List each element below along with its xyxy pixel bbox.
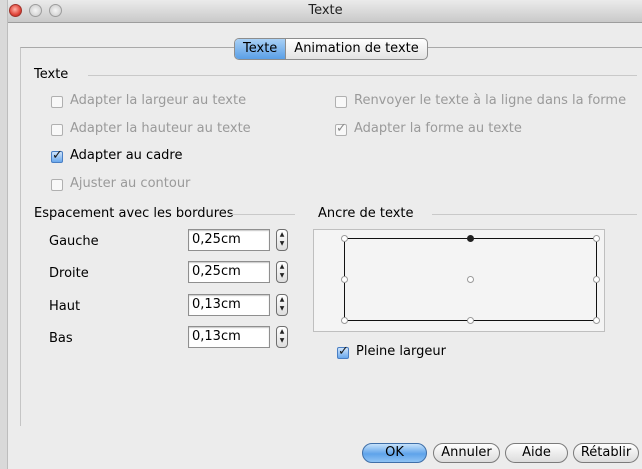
anchor-middle-right[interactable] [593, 276, 600, 283]
adapter-au-cadre-label: Adapter au cadre [70, 148, 183, 163]
haut-input[interactable]: 0,13cm [188, 294, 270, 316]
anchor-section-heading: Ancre de texte [318, 206, 414, 221]
section-divider [88, 75, 637, 76]
gauche-stepper[interactable]: ▲ ▼ [276, 229, 288, 251]
ajuster-contour-label: Ajuster au contour [70, 176, 191, 191]
gauche-label: Gauche [49, 234, 99, 249]
renvoyer-texte-checkbox[interactable] [335, 96, 347, 108]
anchor-top-center[interactable] [467, 235, 474, 242]
tab-texte[interactable]: Texte [235, 39, 287, 59]
window-title: Texte [308, 3, 343, 18]
ajuster-contour-checkbox[interactable] [51, 179, 63, 191]
pleine-largeur-label: Pleine largeur [356, 344, 446, 359]
tab-animation-de-texte[interactable]: Animation de texte [286, 39, 426, 59]
bas-input[interactable]: 0,13cm [188, 326, 270, 348]
aide-button[interactable]: Aide [505, 443, 568, 463]
adapter-hauteur-label: Adapter la hauteur au texte [70, 121, 251, 136]
adapter-largeur-label: Adapter la largeur au texte [70, 93, 247, 108]
anchor-center[interactable] [467, 276, 474, 283]
adapter-forme-checkbox[interactable] [335, 121, 347, 136]
anchor-top-left[interactable] [341, 235, 348, 242]
ok-button[interactable]: OK [362, 443, 427, 463]
droite-stepper[interactable]: ▲ ▼ [276, 261, 288, 283]
spacing-section-heading: Espacement avec les bordures [34, 206, 234, 221]
anchor-bottom-right[interactable] [593, 317, 600, 324]
anchor-bottom-center[interactable] [467, 317, 474, 324]
droite-input[interactable]: 0,25cm [188, 261, 270, 283]
anchor-divider [432, 214, 637, 215]
adapter-hauteur-checkbox[interactable] [51, 124, 63, 136]
anchor-middle-left[interactable] [341, 276, 348, 283]
haut-label: Haut [49, 299, 81, 314]
gauche-input[interactable]: 0,25cm [188, 229, 270, 251]
adapter-au-cadre-checkbox[interactable] [51, 148, 63, 163]
anchor-bottom-left[interactable] [341, 317, 348, 324]
renvoyer-texte-label: Renvoyer le texte à la ligne dans la for… [354, 93, 627, 108]
tab-bar: Texte Animation de texte [234, 38, 428, 60]
annuler-button[interactable]: Annuler [433, 443, 500, 463]
adapter-forme-label: Adapter la forme au texte [354, 121, 522, 136]
haut-stepper[interactable]: ▲ ▼ [276, 294, 288, 316]
bas-label: Bas [49, 331, 73, 346]
bas-stepper[interactable]: ▲ ▼ [276, 326, 288, 348]
spacing-divider [229, 214, 295, 215]
retablir-button[interactable]: Rétablir [573, 443, 639, 463]
adapter-largeur-checkbox[interactable] [51, 96, 63, 108]
anchor-top-right[interactable] [593, 235, 600, 242]
title-bar[interactable]: Texte [8, 0, 642, 23]
text-section-heading: Texte [34, 67, 69, 82]
pleine-largeur-checkbox[interactable] [337, 344, 349, 359]
droite-label: Droite [49, 266, 89, 281]
